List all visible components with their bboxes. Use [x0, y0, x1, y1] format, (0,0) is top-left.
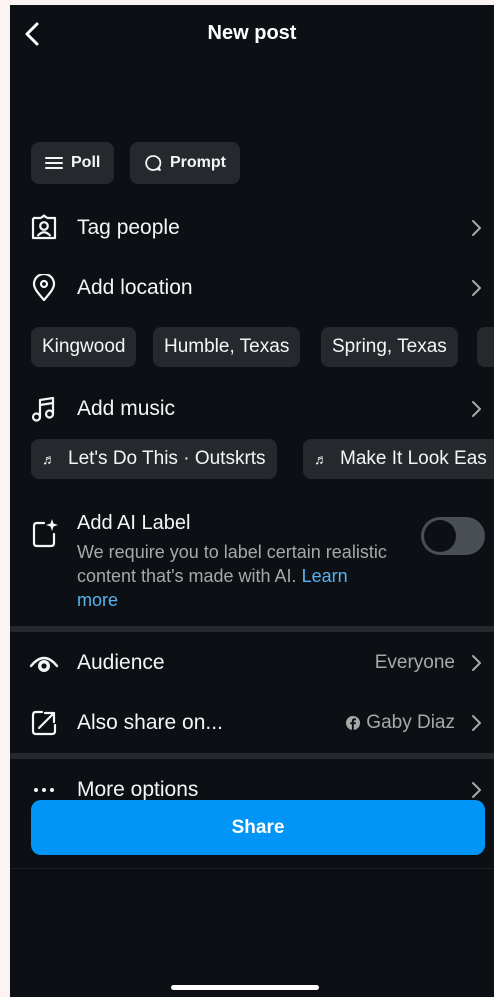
tag-people-label: Tag people — [77, 216, 180, 239]
location-suggestion[interactable]: Kingwood — [31, 327, 137, 367]
tag-people-row[interactable]: Tag people — [10, 200, 494, 256]
toggle-knob — [424, 520, 456, 552]
chevron-right-icon — [472, 401, 481, 417]
poll-label: Poll — [71, 154, 101, 171]
poll-button[interactable]: Poll — [31, 142, 115, 184]
prompt-label: Prompt — [170, 154, 226, 171]
ai-sparkle-icon — [31, 518, 59, 553]
prompt-button[interactable]: Prompt — [130, 142, 240, 184]
location-suggestion[interactable]: Spring, Texas — [321, 327, 458, 367]
chevron-right-icon — [472, 655, 481, 671]
location-pin-icon — [29, 273, 59, 303]
add-music-label: Add music — [77, 397, 176, 420]
header: New post — [10, 5, 494, 63]
chevron-right-icon — [472, 280, 481, 296]
music-note-icon: ♬ — [42, 451, 56, 467]
music-suggestion[interactable]: ♬ Make It Look Eas — [303, 439, 494, 479]
chevron-right-icon — [472, 715, 481, 731]
page-title: New post — [207, 22, 297, 44]
also-share-label: Also share on... — [77, 711, 223, 734]
footer-divider — [10, 868, 494, 869]
audience-value: Everyone — [374, 652, 455, 673]
add-location-label: Add location — [77, 276, 193, 299]
music-suggestion[interactable]: ♬ Let's Do This · Outskrts — [31, 439, 277, 479]
location-suggestion-partial[interactable] — [477, 327, 494, 367]
speech-bubble-icon — [145, 155, 162, 171]
share-arrow-icon — [29, 708, 59, 738]
list-icon — [45, 157, 63, 169]
also-share-row[interactable]: Also share on... Gaby Diaz — [10, 695, 494, 751]
music-note-icon — [29, 394, 59, 424]
new-post-screen: New post Poll Prompt Tag people Add loca… — [10, 5, 494, 997]
ai-label-toggle[interactable] — [421, 517, 485, 555]
ai-label-description: We require you to label certain realisti… — [77, 542, 387, 610]
tag-person-icon — [29, 213, 59, 243]
add-location-row[interactable]: Add location — [10, 260, 494, 316]
audience-label: Audience — [77, 651, 165, 674]
section-divider — [10, 626, 494, 632]
add-music-row[interactable]: Add music — [10, 381, 494, 437]
section-divider — [10, 753, 494, 759]
location-suggestion[interactable]: Humble, Texas — [153, 327, 301, 367]
more-options-label: More options — [77, 778, 199, 801]
home-indicator — [171, 985, 319, 990]
share-button[interactable]: Share — [31, 800, 485, 855]
chevron-right-icon — [472, 220, 481, 236]
audience-row[interactable]: Audience Everyone — [10, 635, 494, 691]
facebook-icon — [346, 716, 361, 730]
music-note-icon: ♬ — [314, 451, 328, 467]
also-share-value: Gaby Diaz — [346, 712, 455, 734]
chevron-right-icon — [472, 782, 481, 798]
ai-label-title: Add AI Label — [77, 512, 191, 534]
eye-icon — [29, 648, 59, 678]
